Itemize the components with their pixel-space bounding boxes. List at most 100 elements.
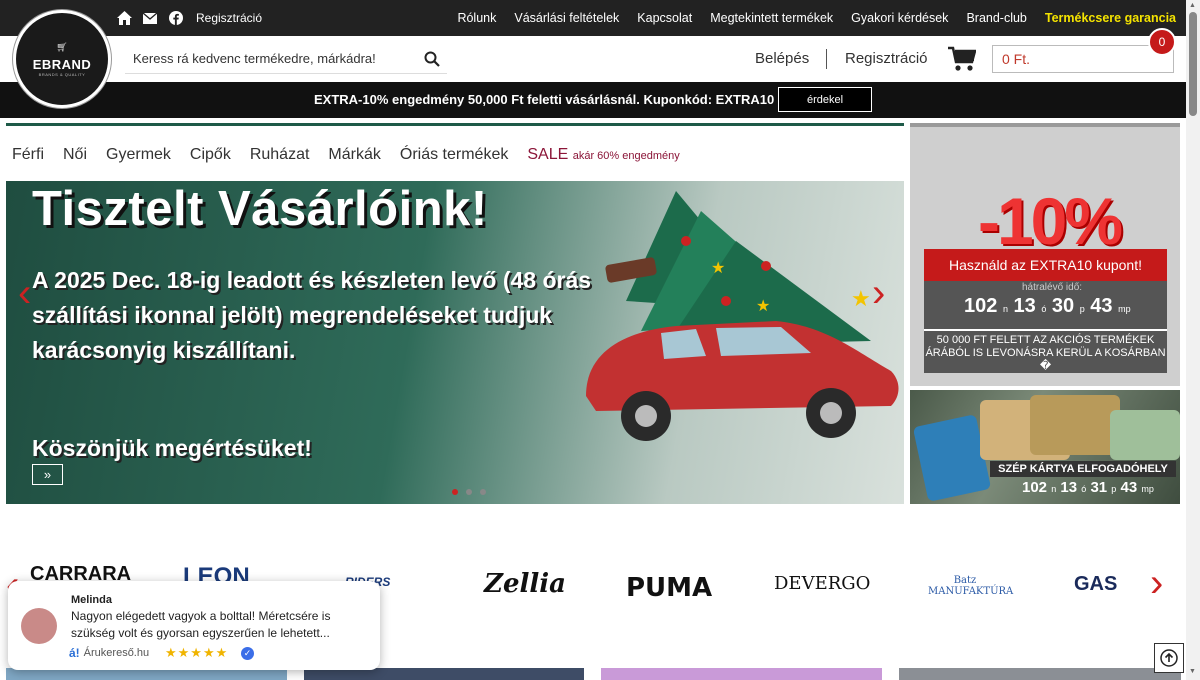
hero-body: A 2025 Dec. 18-ig leadott és készleten l…	[32, 267, 592, 363]
product-tile[interactable]	[899, 668, 1181, 680]
register-link[interactable]: Regisztráció	[845, 50, 928, 67]
brand-logo-gas[interactable]: GAS	[1074, 573, 1117, 596]
product-tile[interactable]	[601, 668, 882, 680]
countdown2-days: 102	[1022, 479, 1048, 496]
scroll-up-arrow[interactable]: ▲	[1189, 2, 1196, 9]
top-link-contact[interactable]: Kapcsolat	[637, 11, 692, 25]
page-scrollbar[interactable]: ▲ ▼	[1186, 0, 1200, 680]
countdown2-seconds: 43	[1120, 479, 1138, 496]
top-link-brand-club[interactable]: Brand-club	[966, 11, 1026, 25]
logo-brand: EBRAND	[32, 56, 92, 72]
cart-icon[interactable]	[948, 46, 977, 72]
promo-button[interactable]: érdekel	[778, 87, 872, 112]
szep-card-countdown: 102 n 13 ó 31 p 43 mp	[1022, 479, 1154, 496]
logo-cart-icon: 🛒︎	[56, 41, 68, 52]
brand-logo-zellia[interactable]: Zellia	[484, 569, 566, 599]
svg-text:★: ★	[756, 298, 770, 315]
scroll-down-arrow[interactable]: ▼	[1189, 668, 1196, 675]
hero-slider[interactable]: ★ ★ ★ Tisztelt Vásárlóink! A 2025 Dec. 18-…	[6, 181, 904, 504]
countdown-value: 102 n 13 ó 30 p 43 mp	[964, 295, 1131, 317]
site-logo[interactable]: 🛒︎ EBRAND BRANDS & QUALITY	[13, 10, 111, 108]
svg-text:★: ★	[851, 286, 871, 311]
countdown-hours: 13	[1013, 295, 1036, 317]
review-stars: ★★★★★	[165, 645, 229, 660]
countdown-minutes: 30	[1051, 295, 1075, 317]
nav-item-shoes[interactable]: Cipők	[190, 146, 231, 164]
verified-icon: ✓	[241, 647, 254, 660]
slider-dot[interactable]	[452, 489, 458, 495]
top-bar: Regisztráció Rólunk Vásárlási feltételek…	[0, 0, 1186, 36]
brand-logo-puma[interactable]: PUMA	[626, 573, 712, 603]
review-message: Nagyon elégedett vagyok a bolttal! Méret…	[71, 609, 331, 640]
logo-tagline: BRANDS & QUALITY	[38, 71, 86, 77]
nav-item-women[interactable]: Női	[63, 146, 87, 164]
hero-next-arrow[interactable]: ›	[872, 271, 885, 316]
brand-logo-devergo[interactable]: DEVERGO	[774, 573, 870, 594]
arukereso-icon: á!	[69, 646, 80, 660]
search-icon[interactable]	[417, 44, 447, 74]
christmas-car-illustration: ★ ★ ★	[586, 191, 899, 441]
review-popup[interactable]: Melinda Nagyon elégedett vagyok a boltta…	[8, 581, 380, 670]
top-link-faq[interactable]: Gyakori kérdések	[851, 11, 948, 25]
back-to-top-button[interactable]	[1154, 643, 1184, 673]
szep-card-label: SZÉP KÁRTYA ELFOGADÓHELY	[990, 461, 1176, 477]
countdown2-hours: 13	[1060, 479, 1078, 496]
nav-item-men[interactable]: Férfi	[12, 146, 44, 164]
top-bar-left: Regisztráció	[116, 0, 262, 36]
cart-total[interactable]: 0 Ft.	[992, 45, 1174, 73]
countdown2-minutes: 31	[1090, 479, 1108, 496]
svg-text:★: ★	[711, 260, 725, 277]
nav-item-clothing[interactable]: Ruházat	[250, 146, 310, 164]
countdown-label: hátralévő idő:	[1022, 282, 1083, 293]
review-source[interactable]: á! Árukereső.hu	[69, 646, 149, 660]
scrollbar-thumb[interactable]	[1189, 12, 1197, 116]
top-link-viewed[interactable]: Megtekintett termékek	[710, 11, 833, 25]
top-register-link[interactable]: Regisztráció	[196, 11, 262, 25]
coupon-pill: Használd az EXTRA10 kupont!	[924, 249, 1167, 281]
search-input[interactable]: Keress rá kedvenc termékedre, márkádra!	[125, 51, 417, 66]
top-link-about[interactable]: Rólunk	[457, 11, 496, 25]
sale-label: SALE	[527, 146, 569, 163]
slider-dot[interactable]	[480, 489, 486, 495]
home-icon[interactable]	[116, 10, 132, 26]
hero-title: Tisztelt Vásárlóink!	[32, 182, 488, 236]
header: Keress rá kedvenc termékedre, márkádra! …	[0, 36, 1186, 82]
hero-prev-arrow[interactable]: ‹	[18, 271, 31, 316]
page: Regisztráció Rólunk Vásárlási feltételek…	[0, 0, 1200, 680]
reviewer-avatar	[21, 608, 57, 644]
top-link-terms[interactable]: Vásárlási feltételek	[514, 11, 619, 25]
promo-bar: EXTRA-10% engedmény 50,000 Ft feletti vá…	[0, 82, 1186, 118]
discount-value: -10%	[978, 184, 1123, 258]
slider-dot[interactable]	[466, 489, 472, 495]
login-link[interactable]: Belépés	[755, 50, 809, 67]
category-nav-items: Férfi Női Gyermek Cipők Ruházat Márkák Ó…	[12, 146, 680, 164]
cart-count-badge: 0	[1148, 28, 1176, 56]
top-link-guarantee[interactable]: Termékcsere garancia	[1045, 11, 1176, 25]
mail-icon[interactable]	[142, 10, 158, 26]
coupon-note: 50 000 FT FELETT AZ AKCIÓS TERMÉKEK ÁRÁB…	[924, 329, 1167, 373]
countdown-seconds: 43	[1090, 295, 1113, 317]
search-bar: Keress rá kedvenc termékedre, márkádra!	[125, 44, 447, 74]
arrow-up-icon	[1160, 649, 1178, 667]
nav-item-brands[interactable]: Márkák	[328, 146, 380, 164]
promo-text: EXTRA-10% engedmény 50,000 Ft feletti vá…	[314, 92, 775, 107]
nav-item-sale[interactable]: SALE akár 60% engedmény	[527, 146, 679, 164]
nav-item-giant[interactable]: Óriás termékek	[400, 146, 508, 164]
szep-card-banner[interactable]: SZÉP KÁRTYA ELFOGADÓHELY 102 n 13 ó 31 p…	[910, 390, 1180, 504]
sale-note: akár 60% engedmény	[572, 150, 680, 162]
reviewer-name: Melinda	[71, 594, 112, 606]
brands-next-arrow[interactable]: ›	[1150, 561, 1163, 606]
brand-logo-batz[interactable]: Batz MANUFAKTÚRA	[928, 575, 1013, 597]
top-links: Rólunk Vásárlási feltételek Kapcsolat Me…	[457, 0, 1176, 36]
header-separator	[826, 49, 827, 69]
hero-more-button[interactable]: »	[32, 464, 63, 485]
countdown-days: 102	[964, 295, 998, 317]
hero-dots	[452, 489, 486, 495]
card-image-4	[1110, 410, 1180, 460]
facebook-icon[interactable]	[168, 10, 184, 26]
nav-item-kids[interactable]: Gyermek	[106, 146, 171, 164]
coupon-countdown: hátralévő idő: 102 n 13 ó 30 p 43 mp	[924, 281, 1167, 329]
card-image-3	[1030, 395, 1120, 455]
coupon-banner[interactable]: -10% Használd az EXTRA10 kupont! hátralé…	[910, 123, 1180, 386]
review-source-label: Árukereső.hu	[83, 647, 150, 659]
